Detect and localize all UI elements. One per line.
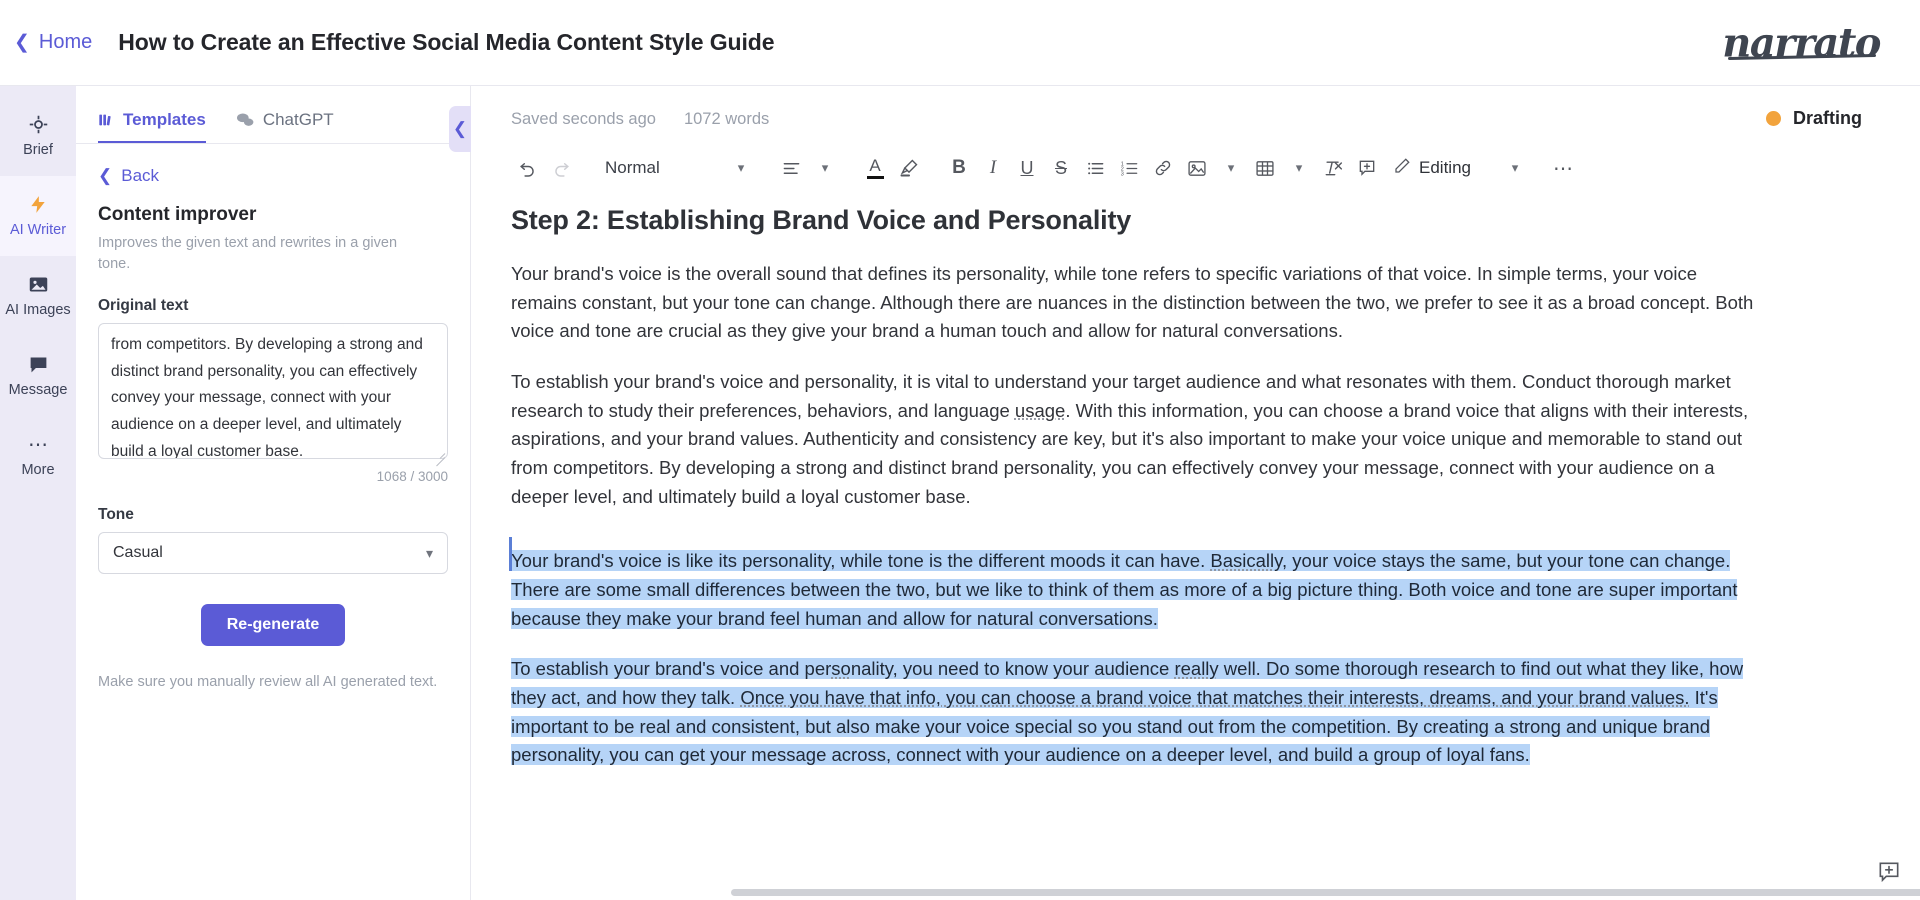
chevron-down-icon: ▾: [425, 544, 433, 561]
editor-pane: Saved seconds ago 1072 words Drafting No…: [471, 86, 1920, 900]
insert-image-icon[interactable]: [1181, 151, 1213, 185]
target-icon: [28, 114, 49, 135]
regenerate-row: Re-generate: [98, 604, 448, 647]
tone-select[interactable]: Casual ▾: [98, 532, 448, 575]
redo-icon[interactable]: [545, 151, 577, 185]
sidebar-item-label: More: [21, 461, 55, 478]
svg-text:3: 3: [1120, 171, 1123, 176]
chat-bubbles-icon: [236, 112, 254, 128]
text-color-icon[interactable]: A: [859, 151, 891, 185]
bullet-list-icon[interactable]: [1079, 151, 1111, 185]
back-label: Back: [121, 166, 160, 185]
selected-text: Your brand's voice is like its personali…: [511, 550, 1738, 629]
chevron-left-icon: ❮: [98, 166, 113, 185]
add-comment-icon[interactable]: [1876, 859, 1902, 885]
ai-disclaimer: Make sure you manually review all AI gen…: [98, 674, 438, 691]
original-text-input[interactable]: [98, 323, 448, 460]
chevron-down-icon[interactable]: ▾: [725, 151, 757, 185]
sidebar-item-label: Brief: [23, 142, 53, 158]
back-button[interactable]: ❮ Back: [98, 166, 448, 186]
underline-button[interactable]: U: [1011, 151, 1043, 185]
document-title: How to Create an Effective Social Media …: [118, 29, 775, 55]
tone-label: Tone: [98, 506, 134, 524]
sidebar-item-ai-writer[interactable]: AI Writer: [0, 176, 76, 256]
saved-status: Saved seconds ago: [511, 110, 656, 128]
tab-label: Templates: [123, 110, 206, 129]
lightning-icon: [28, 194, 48, 215]
chevron-down-icon[interactable]: ▾: [1283, 151, 1315, 185]
chevron-down-icon[interactable]: ▾: [1499, 151, 1531, 185]
numbered-list-icon[interactable]: 1 2 3: [1113, 151, 1145, 185]
template-title: Content improver: [98, 204, 257, 225]
sidebar-item-brief[interactable]: Brief: [0, 96, 76, 176]
original-text-wrapper: [98, 323, 448, 464]
more-options-icon[interactable]: ⋯: [1547, 151, 1579, 185]
document-heading: Step 2: Establishing Brand Voice and Per…: [511, 205, 1132, 235]
document-canvas[interactable]: Step 2: Establishing Brand Voice and Per…: [471, 199, 1920, 900]
document-paragraph: Your brand's voice is the overall sound …: [511, 263, 1754, 342]
editor-status-bar: Saved seconds ago 1072 words Drafting: [471, 86, 1920, 129]
sidebar-item-label: AI Writer: [9, 222, 67, 238]
selected-text: To establish your brand's voice and pers…: [511, 658, 1744, 766]
chat-icon: [28, 354, 49, 375]
panel-tab-bar: Templates ChatGPT: [76, 86, 470, 144]
insert-table-icon[interactable]: [1249, 151, 1281, 185]
word-count: 1072 words: [683, 110, 770, 128]
clear-format-icon[interactable]: [1317, 151, 1349, 185]
link-icon[interactable]: [1147, 151, 1179, 185]
undo-icon[interactable]: [511, 151, 543, 185]
strikethrough-button[interactable]: S: [1045, 151, 1077, 185]
ellipsis-icon: ⋯: [28, 433, 48, 456]
highlighter-icon[interactable]: [893, 151, 925, 185]
original-text-label: Original text: [98, 297, 189, 315]
panel-body: ❮ Back Content improver Improves the giv…: [76, 144, 470, 694]
books-icon: [98, 112, 114, 128]
chevron-down-icon[interactable]: ▾: [1215, 151, 1247, 185]
sidebar-item-ai-images[interactable]: AI Images: [0, 256, 76, 336]
template-panel: Templates ChatGPT ❮ ❮ Back Content impro…: [76, 86, 471, 900]
italic-button[interactable]: I: [977, 151, 1009, 185]
horizontal-scrollbar[interactable]: [731, 889, 1920, 896]
sidebar-item-label: AI Images: [5, 302, 71, 318]
home-label: Home: [38, 31, 93, 53]
document-paragraph: To establish your brand's voice and pers…: [511, 371, 1749, 507]
add-comment-icon[interactable]: [1351, 151, 1383, 185]
editing-mode-label: Editing: [1419, 158, 1471, 177]
selected-paragraph: To establish your brand's voice and pers…: [511, 655, 1766, 770]
tone-value: Casual: [113, 544, 163, 562]
left-icon-rail: Brief AI Writer AI Images Message ⋯ More: [0, 86, 76, 900]
sidebar-item-more[interactable]: ⋯ More: [0, 416, 76, 496]
chevron-left-icon: ❮: [14, 32, 30, 53]
selected-paragraph: Your brand's voice is like its personali…: [511, 547, 1766, 633]
ai-suggestion-block: Your brand's voice is like its personali…: [509, 537, 1880, 770]
align-left-icon[interactable]: [775, 151, 807, 185]
pencil-icon: [1393, 157, 1411, 180]
image-icon: [28, 274, 49, 295]
status-badge[interactable]: Drafting: [1766, 108, 1862, 129]
chevron-down-icon[interactable]: ▾: [809, 151, 841, 185]
bold-button[interactable]: B: [943, 151, 975, 185]
paragraph-style-value: Normal: [605, 158, 660, 177]
template-description: Improves the given text and rewrites in …: [98, 235, 398, 273]
tab-chatgpt[interactable]: ChatGPT: [236, 110, 334, 143]
narrato-logo: narrato: [1722, 19, 1881, 66]
top-bar: ❮ Home How to Create an Effective Social…: [0, 0, 1920, 86]
editing-mode-button[interactable]: Editing: [1385, 151, 1479, 185]
collapse-panel-button[interactable]: ❮: [449, 106, 471, 152]
tab-templates[interactable]: Templates: [98, 110, 206, 143]
app-shell: Brief AI Writer AI Images Message ⋯ More…: [0, 86, 1920, 900]
editor-toolbar: Normal ▾ ▾ A B I U S 1 2 3 ▾ ▾ Editing ▾…: [471, 129, 1920, 199]
sidebar-item-message[interactable]: Message: [0, 336, 76, 416]
chevron-left-icon: ❮: [452, 119, 468, 138]
sidebar-item-label: Message: [8, 382, 68, 398]
selection-marker: [509, 537, 512, 572]
paragraph-style-select[interactable]: Normal: [595, 151, 723, 185]
character-counter: 1068 / 3000: [376, 469, 448, 485]
tab-label: ChatGPT: [262, 110, 334, 129]
status-dot-icon: [1766, 111, 1781, 126]
home-back-link[interactable]: ❮ Home: [0, 31, 118, 54]
regenerate-button[interactable]: Re-generate: [200, 604, 346, 647]
status-label: Drafting: [1793, 108, 1862, 128]
